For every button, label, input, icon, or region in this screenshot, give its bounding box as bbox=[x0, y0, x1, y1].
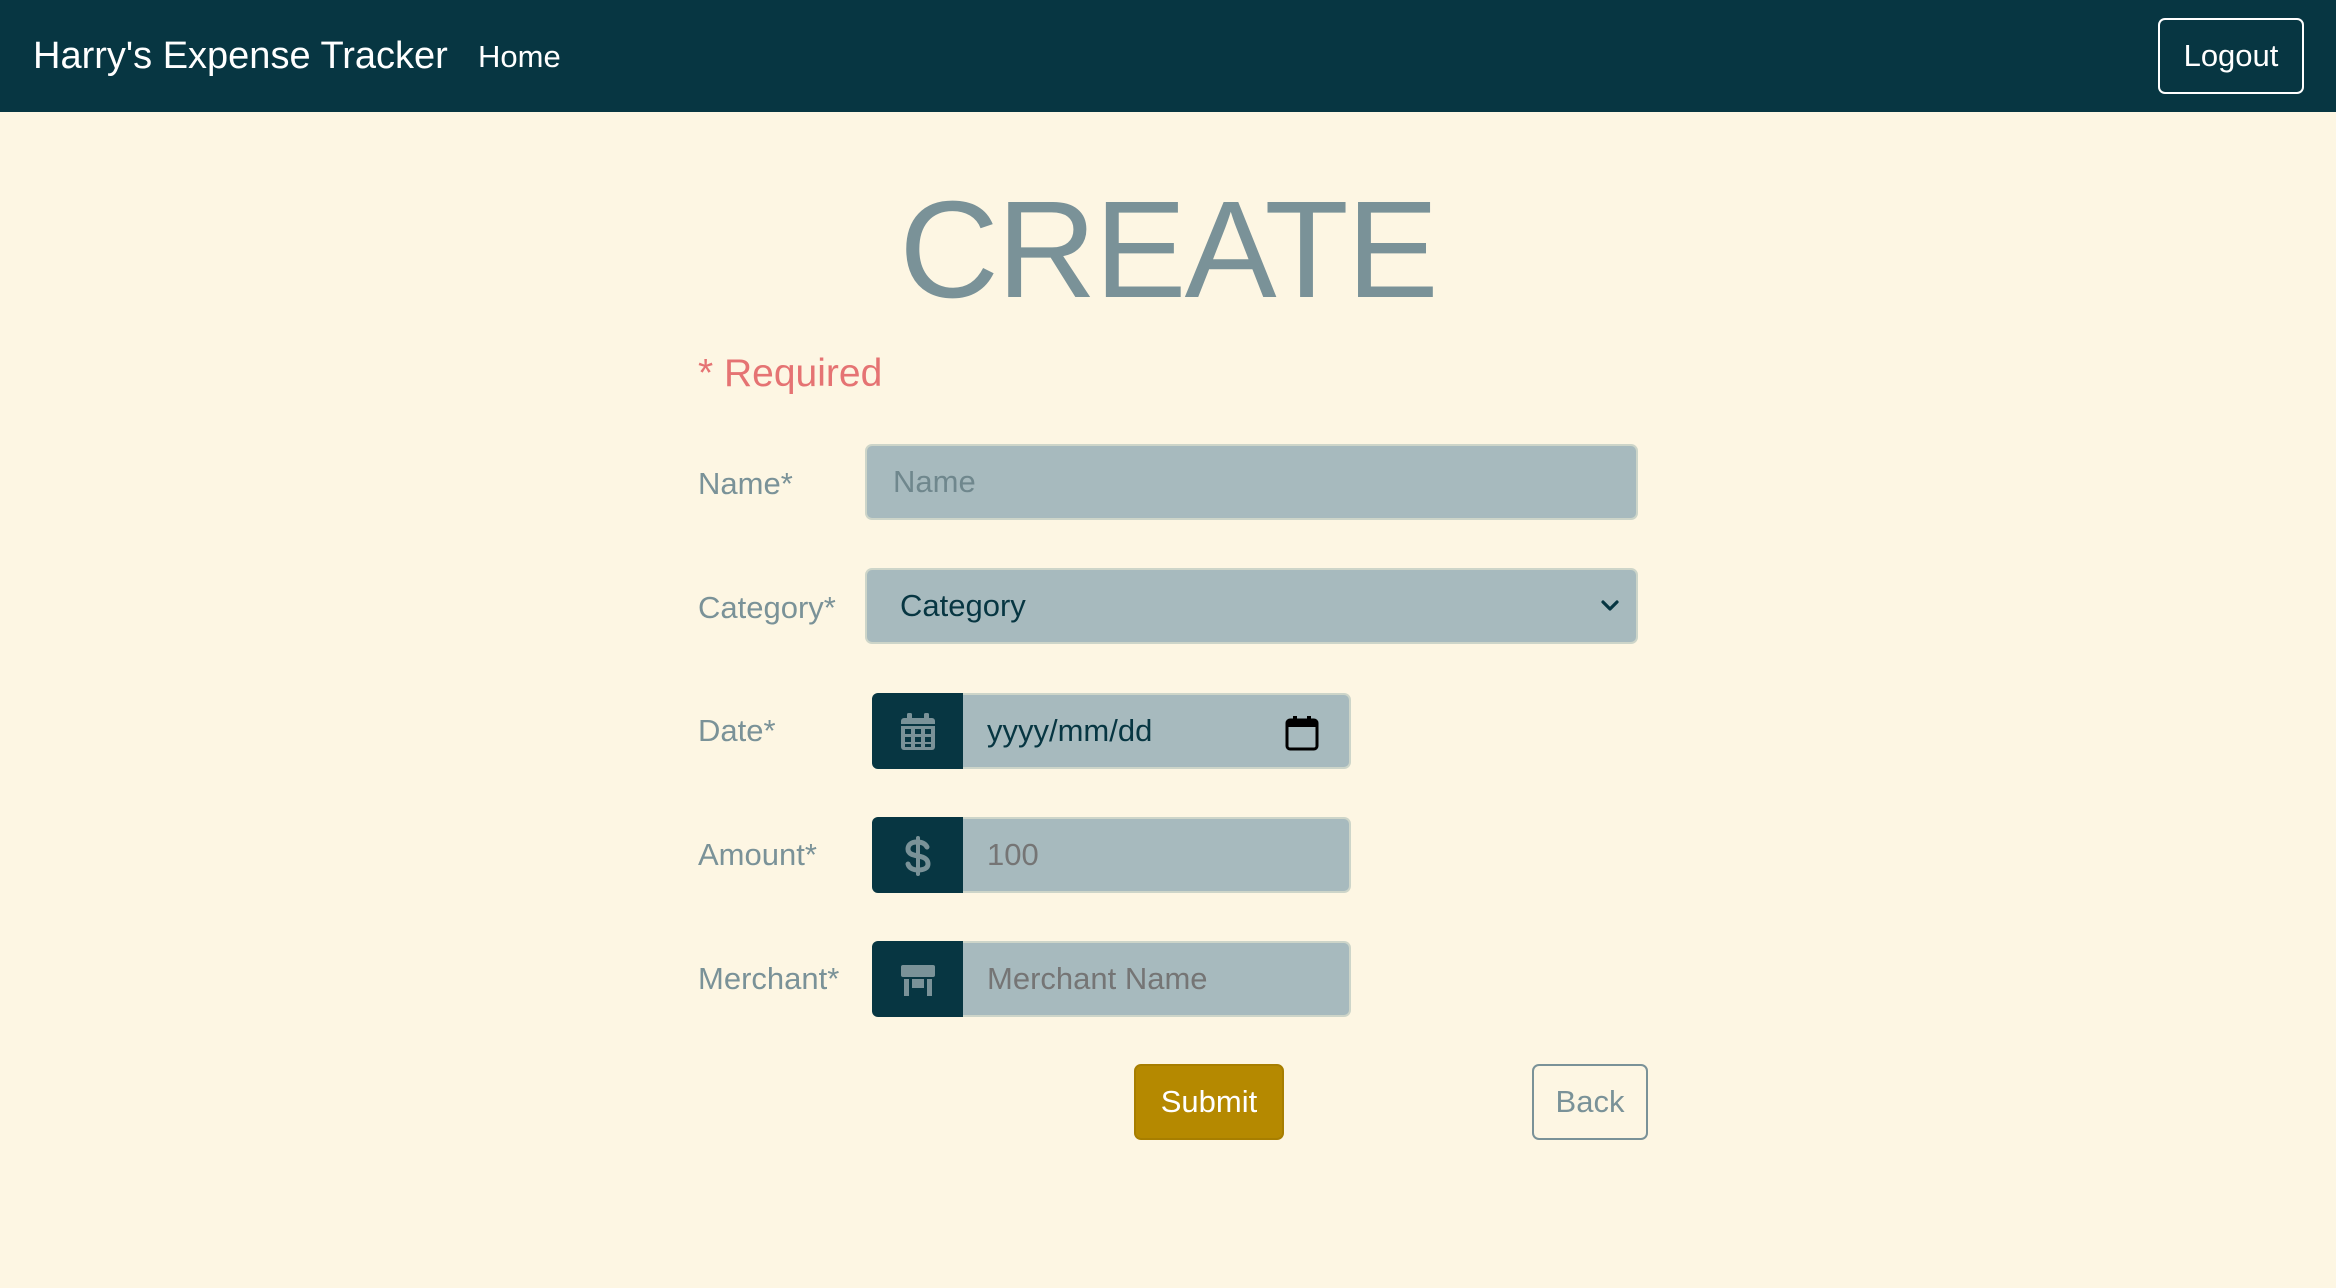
category-label: Category* bbox=[698, 590, 836, 625]
category-selected-value: Category bbox=[900, 588, 1026, 623]
required-note: * Required bbox=[698, 352, 883, 395]
amount-input[interactable] bbox=[963, 817, 1351, 893]
date-input-group: yyyy/mm/dd bbox=[872, 693, 1351, 769]
name-label: Name* bbox=[698, 466, 793, 501]
merchant-input[interactable] bbox=[963, 941, 1351, 1017]
merchant-label: Merchant* bbox=[698, 961, 840, 996]
date-placeholder: yyyy/mm/dd bbox=[987, 713, 1153, 748]
date-input[interactable]: yyyy/mm/dd bbox=[963, 693, 1351, 769]
chevron-down-icon bbox=[1601, 600, 1619, 611]
calendar-icon bbox=[901, 713, 935, 750]
amount-label: Amount* bbox=[698, 837, 817, 872]
dollar-icon bbox=[905, 836, 931, 876]
brand-link[interactable]: Harry's Expense Tracker bbox=[33, 28, 448, 84]
page-title: CREATE bbox=[899, 173, 1439, 327]
back-button[interactable]: Back bbox=[1532, 1064, 1648, 1140]
submit-button[interactable]: Submit bbox=[1134, 1064, 1284, 1140]
amount-input-group bbox=[872, 817, 1351, 893]
store-icon bbox=[901, 965, 935, 996]
merchant-input-group bbox=[872, 941, 1351, 1017]
name-input[interactable] bbox=[865, 444, 1638, 520]
merchant-addon bbox=[872, 941, 963, 1017]
amount-addon bbox=[872, 817, 963, 893]
date-label: Date* bbox=[698, 713, 776, 748]
nav-home-link[interactable]: Home bbox=[478, 34, 561, 80]
date-addon bbox=[872, 693, 963, 769]
logout-button[interactable]: Logout bbox=[2158, 18, 2304, 94]
calendar-picker-icon[interactable] bbox=[1285, 715, 1319, 751]
category-select[interactable]: Category bbox=[865, 568, 1638, 644]
navbar: Harry's Expense Tracker Home Logout bbox=[0, 0, 2336, 112]
